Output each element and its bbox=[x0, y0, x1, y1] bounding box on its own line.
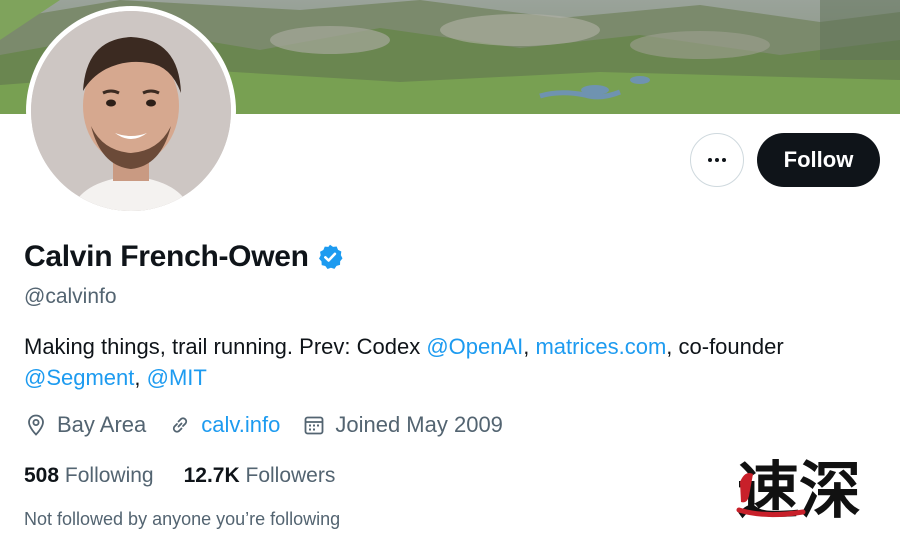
location-pin-icon bbox=[28, 414, 44, 436]
link-icon bbox=[173, 417, 188, 433]
website-link[interactable]: calv.info bbox=[201, 412, 280, 438]
profile-bio: Making things, trail running. Prev: Code… bbox=[24, 331, 874, 393]
more-horizontal-icon bbox=[708, 158, 726, 162]
following-stat[interactable]: 508 Following bbox=[24, 464, 154, 488]
following-count: 508 bbox=[24, 464, 60, 487]
profile-name: Calvin French-Owen bbox=[24, 240, 309, 273]
watermark-logo: 速深 bbox=[736, 454, 861, 524]
followers-stat[interactable]: 12.7K Followers bbox=[184, 464, 336, 488]
url-link-matrices[interactable]: matrices.com bbox=[535, 334, 666, 359]
not-followed-notice: Not followed by anyone you’re following bbox=[24, 509, 341, 529]
verified-badge-icon[interactable] bbox=[316, 243, 344, 271]
follow-stats: 508 Following 12.7K Followers bbox=[24, 464, 365, 488]
location-text: Bay Area bbox=[57, 412, 147, 437]
follow-button[interactable]: Follow bbox=[757, 133, 880, 187]
profile-name-row: Calvin French-Owen bbox=[24, 240, 344, 274]
bio-text: Making things, trail running. Prev: Code… bbox=[24, 334, 427, 359]
joined-item: Joined May 2009 bbox=[302, 412, 503, 438]
bio-separator: , bbox=[523, 334, 536, 359]
following-label: Following bbox=[64, 464, 154, 487]
avatar-frame bbox=[26, 6, 236, 216]
calendar-icon bbox=[304, 416, 324, 435]
location-item: Bay Area bbox=[24, 412, 146, 438]
mention-link-mit[interactable]: @MIT bbox=[147, 365, 207, 390]
followers-count: 12.7K bbox=[183, 464, 240, 487]
joined-text: Joined May 2009 bbox=[335, 412, 503, 437]
website-item[interactable]: calv.info bbox=[168, 412, 280, 438]
avatar[interactable] bbox=[31, 11, 231, 211]
profile-meta: Bay Area calv.info Joined May 2009 bbox=[24, 412, 525, 438]
bio-text: , co-founder bbox=[666, 334, 784, 359]
avatar-photo bbox=[31, 11, 231, 211]
bio-separator: , bbox=[134, 365, 147, 390]
more-options-button[interactable] bbox=[690, 133, 744, 187]
mention-link-segment[interactable]: @Segment bbox=[24, 365, 134, 390]
profile-handle: @calvinfo bbox=[24, 285, 117, 308]
followers-label: Followers bbox=[245, 464, 336, 487]
mention-link-openai[interactable]: @OpenAI bbox=[426, 334, 523, 359]
